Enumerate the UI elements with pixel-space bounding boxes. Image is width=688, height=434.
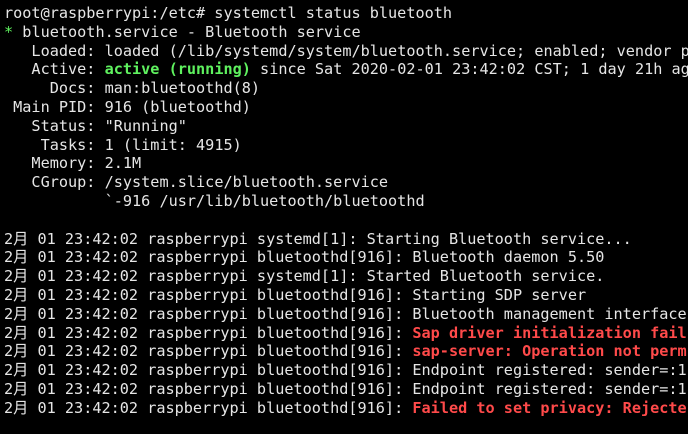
log-line: 2月 01 23:42:02 raspberrypi bluetoothd[91… <box>4 248 688 267</box>
log-message: Endpoint registered: sender=:1 <box>412 379 687 398</box>
unit-title: bluetooth.service - Bluetooth service <box>13 22 361 41</box>
unit-title-line: * bluetooth.service - Bluetooth service <box>4 23 688 42</box>
loaded-value: loaded (/lib/systemd/system/bluetooth.se… <box>104 41 688 60</box>
log-line-error: 2月 01 23:42:02 raspberrypi bluetoothd[91… <box>4 399 688 418</box>
log-line: 2月 01 23:42:02 raspberrypi systemd[1]: S… <box>4 267 688 286</box>
log-prefix: 2月 01 23:42:02 raspberrypi bluetoothd[91… <box>4 379 413 398</box>
log-prefix: 2月 01 23:42:02 raspberrypi bluetoothd[91… <box>4 304 413 323</box>
log-prefix: 2月 01 23:42:02 raspberrypi bluetoothd[91… <box>4 342 413 361</box>
log-message: Starting SDP server <box>412 285 587 304</box>
active-state: active (running) <box>104 60 251 79</box>
active-line: Active: active (running) since Sat 2020-… <box>4 60 688 79</box>
log-line-error: 2月 01 23:42:02 raspberrypi bluetoothd[91… <box>4 342 688 361</box>
tasks-line: Tasks: 1 (limit: 4915) <box>4 136 688 155</box>
log-line: 2月 01 23:42:02 raspberrypi systemd[1]: S… <box>4 230 688 249</box>
log-prefix: 2月 01 23:42:02 raspberrypi bluetoothd[91… <box>4 361 413 380</box>
log-message: Starting Bluetooth service... <box>366 229 632 248</box>
log-line: 2月 01 23:42:02 raspberrypi bluetoothd[91… <box>4 361 688 380</box>
docs-label: Docs: <box>4 79 105 98</box>
active-label: Active: <box>4 60 105 79</box>
log-prefix: 2月 01 23:42:02 raspberrypi bluetoothd[91… <box>4 285 413 304</box>
pid-value: 916 (bluetoothd) <box>104 97 251 116</box>
prompt-text: root@raspberrypi:/etc# systemctl status … <box>4 4 453 22</box>
log-prefix: 2月 01 23:42:02 raspberrypi systemd[1]: <box>4 267 367 286</box>
log-error-message: Failed to set privacy: Rejecte <box>412 398 687 417</box>
tasks-label: Tasks: <box>4 135 105 154</box>
log-line: 2月 01 23:42:02 raspberrypi bluetoothd[91… <box>4 305 688 324</box>
status-label: Status: <box>4 116 105 135</box>
loaded-line: Loaded: loaded (/lib/systemd/system/blue… <box>4 42 688 61</box>
status-line: Status: "Running" <box>4 117 688 136</box>
status-bullet-icon: * <box>4 22 14 41</box>
log-prefix: 2月 01 23:42:02 raspberrypi bluetoothd[91… <box>4 323 413 342</box>
log-message: Started Bluetooth service. <box>366 267 605 286</box>
log-line: 2月 01 23:42:02 raspberrypi bluetoothd[91… <box>4 286 688 305</box>
cgroup-child: `-916 /usr/lib/bluetooth/bluetoothd <box>4 191 425 210</box>
cgroup-value: /system.slice/bluetooth.service <box>104 173 389 192</box>
docs-value: man:bluetoothd(8) <box>104 79 261 98</box>
terminal-window[interactable]: root@raspberrypi:/etc# systemctl status … <box>0 0 688 434</box>
log-message: Bluetooth daemon 5.50 <box>412 248 605 267</box>
memory-value: 2.1M <box>104 154 142 173</box>
cgroup-label: CGroup: <box>4 173 105 192</box>
cgroup-child-line: `-916 /usr/lib/bluetooth/bluetoothd <box>4 192 688 211</box>
log-message: Endpoint registered: sender=:1 <box>412 361 687 380</box>
log-line-error: 2月 01 23:42:02 raspberrypi bluetoothd[91… <box>4 324 688 343</box>
log-error-message: Sap driver initialization fail <box>412 323 687 342</box>
tasks-value: 1 (limit: 4915) <box>104 135 242 154</box>
log-message: Bluetooth management interface <box>412 304 687 323</box>
pid-label: Main PID: <box>4 97 105 116</box>
log-prefix: 2月 01 23:42:02 raspberrypi bluetoothd[91… <box>4 398 413 417</box>
docs-line: Docs: man:bluetoothd(8) <box>4 79 688 98</box>
memory-label: Memory: <box>4 154 105 173</box>
log-prefix: 2月 01 23:42:02 raspberrypi systemd[1]: <box>4 229 367 248</box>
active-since: since Sat 2020-02-01 23:42:02 CST; 1 day… <box>250 60 688 79</box>
log-prefix: 2月 01 23:42:02 raspberrypi bluetoothd[91… <box>4 248 413 267</box>
cgroup-line: CGroup: /system.slice/bluetooth.service <box>4 173 688 192</box>
loaded-label: Loaded: <box>4 41 105 60</box>
log-line: 2月 01 23:42:02 raspberrypi bluetoothd[91… <box>4 380 688 399</box>
memory-line: Memory: 2.1M <box>4 154 688 173</box>
status-value: "Running" <box>104 116 187 135</box>
command-prompt-line: root@raspberrypi:/etc# systemctl status … <box>4 4 688 23</box>
main-pid-line: Main PID: 916 (bluetoothd) <box>4 98 688 117</box>
log-error-message: sap-server: Operation not perm <box>412 342 687 361</box>
